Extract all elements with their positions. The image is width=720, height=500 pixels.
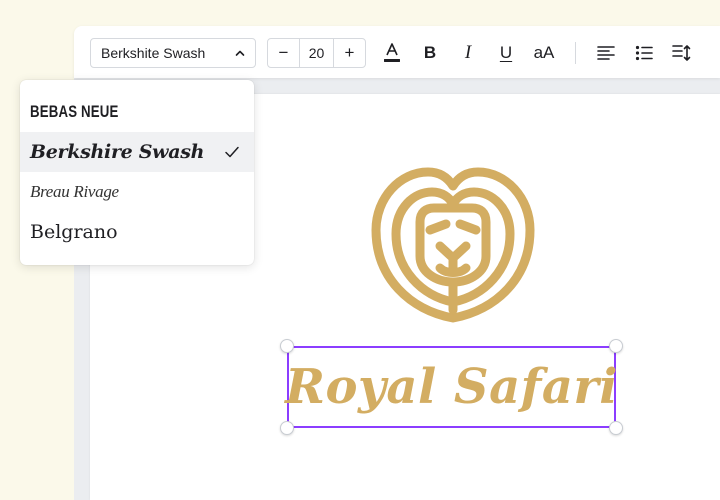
font-option-bebas-neue[interactable]: BEBAS NEUE xyxy=(20,92,254,132)
title-text-box[interactable]: Royal Safari xyxy=(285,346,618,428)
decrease-font-size-button[interactable]: − xyxy=(268,39,299,67)
resize-handle-top-right[interactable] xyxy=(609,339,623,353)
font-option-label: BEBAS NEUE xyxy=(30,102,119,121)
line-spacing-icon xyxy=(672,45,691,61)
bold-button[interactable]: B xyxy=(415,38,445,68)
lion-logo-icon[interactable] xyxy=(370,160,536,326)
letter-case-button[interactable]: aA xyxy=(529,38,559,68)
align-left-icon xyxy=(597,46,615,60)
text-color-button[interactable] xyxy=(377,38,407,68)
font-family-select[interactable]: Berkshite Swash xyxy=(90,38,256,68)
resize-handle-bottom-left[interactable] xyxy=(280,421,294,435)
increase-font-size-button[interactable]: + xyxy=(334,39,365,67)
font-option-label: Breau Rivage xyxy=(30,182,119,201)
font-option-belgrano[interactable]: Belgrano xyxy=(20,212,254,252)
font-option-label: Belgrano xyxy=(30,221,118,243)
checkmark-icon xyxy=(225,146,239,158)
chevron-up-icon xyxy=(235,50,245,56)
bullet-list-icon xyxy=(635,45,653,61)
font-size-input[interactable]: 20 xyxy=(299,39,334,67)
font-option-breau-rivage[interactable]: Breau Rivage xyxy=(20,172,254,212)
text-toolbar: Berkshite Swash − 20 + B I U aA xyxy=(74,26,720,78)
font-family-dropdown: BEBAS NEUE Berkshire Swash Breau Rivage … xyxy=(20,80,254,265)
resize-handle-bottom-right[interactable] xyxy=(609,421,623,435)
line-spacing-button[interactable] xyxy=(667,38,697,68)
toolbar-divider xyxy=(575,42,576,64)
text-color-icon xyxy=(384,43,400,62)
underline-button[interactable]: U xyxy=(491,38,521,68)
italic-button[interactable]: I xyxy=(453,38,483,68)
align-left-button[interactable] xyxy=(591,38,621,68)
font-family-label: Berkshite Swash xyxy=(101,45,206,61)
resize-handle-top-left[interactable] xyxy=(280,339,294,353)
font-option-label: Berkshire Swash xyxy=(30,141,205,163)
bullet-list-button[interactable] xyxy=(629,38,659,68)
font-option-berkshire-swash[interactable]: Berkshire Swash xyxy=(20,132,254,172)
title-text[interactable]: Royal Safari xyxy=(285,359,618,415)
font-size-stepper: − 20 + xyxy=(267,38,366,68)
